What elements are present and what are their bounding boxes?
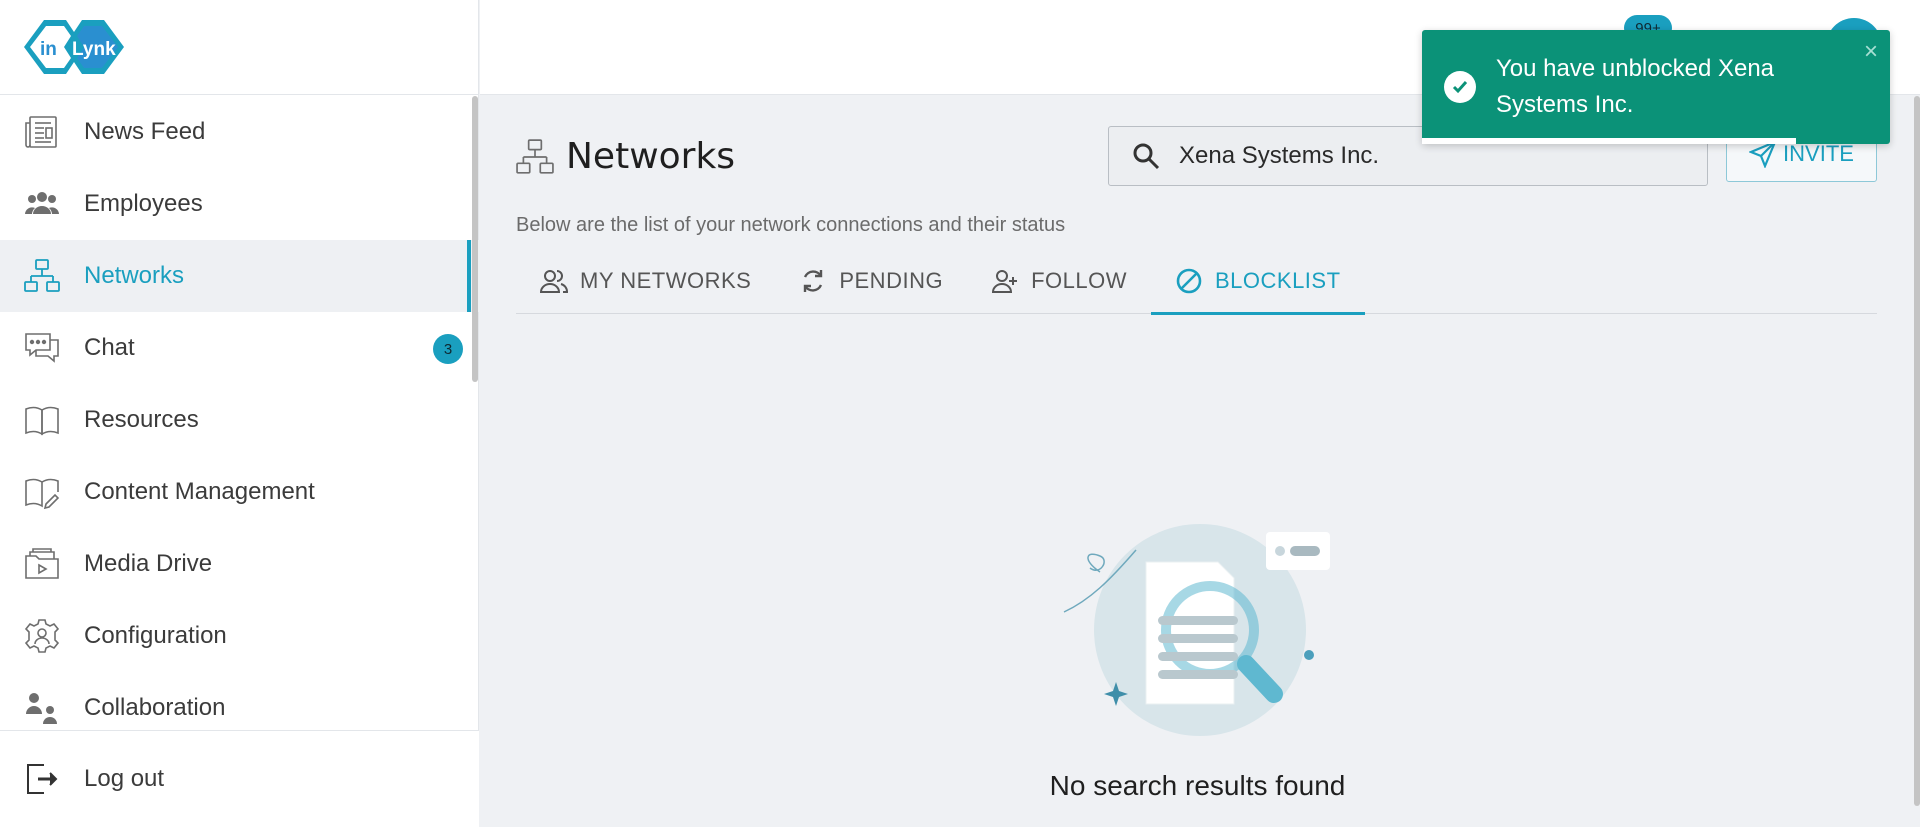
sidebar-item-chat[interactable]: Chat 3 (0, 312, 479, 384)
people-icon (24, 186, 60, 222)
tab-label: PENDING (839, 268, 944, 293)
sidebar-item-label: Employees (84, 190, 203, 217)
sidebar-item-label: Configuration (84, 622, 227, 649)
newspaper-icon (24, 114, 60, 150)
sidebar-item-configuration[interactable]: Configuration (0, 600, 479, 672)
inlynk-logo[interactable]: in Lynk (22, 16, 126, 78)
tab-follow[interactable]: FOLLOW (967, 248, 1151, 314)
book-edit-icon (24, 474, 60, 510)
logout-icon (24, 761, 60, 797)
sidebar-item-content-management[interactable]: Content Management (0, 456, 479, 528)
sidebar-item-label: Networks (84, 262, 185, 289)
sidebar-nav: News Feed Employees Networks Chat 3 Reso… (0, 96, 479, 730)
page-scrollbar[interactable] (1914, 96, 1920, 806)
sidebar-item-media-drive[interactable]: Media Drive (0, 528, 479, 600)
sidebar-item-networks[interactable]: Networks (0, 240, 479, 312)
invite-label: INVITE (1783, 141, 1854, 166)
tab-my-networks[interactable]: MY NETWORKS (516, 248, 775, 314)
success-toast: You have unblocked Xena Systems Inc. × (1422, 30, 1890, 144)
page-title: Networks (516, 136, 735, 177)
search-input[interactable] (1179, 142, 1699, 170)
network-icon (516, 138, 554, 174)
close-icon[interactable]: × (1864, 38, 1878, 66)
chat-unread-badge: 3 (433, 334, 463, 364)
tab-pending[interactable]: PENDING (775, 248, 967, 314)
person-add-icon (992, 270, 1018, 293)
svg-text:Lynk: Lynk (72, 39, 116, 60)
book-icon (24, 402, 60, 438)
people-outline-icon (540, 270, 568, 293)
sidebar-item-label: News Feed (84, 118, 206, 145)
tab-blocklist[interactable]: BLOCKLIST (1150, 248, 1365, 315)
tab-label: FOLLOW (1031, 268, 1127, 293)
no-results-illustration (1063, 524, 1330, 736)
sidebar-item-label: Chat (84, 334, 135, 361)
page-title-text: Networks (566, 136, 736, 177)
folder-media-icon (24, 546, 60, 582)
send-icon (1749, 140, 1778, 168)
sidebar-item-label: Media Drive (84, 550, 213, 577)
sidebar-item-label: Collaboration (84, 694, 226, 721)
gear-person-icon (24, 618, 60, 654)
empty-state-text: No search results found (1049, 770, 1346, 801)
svg-text:in: in (40, 39, 57, 60)
sidebar-item-collaboration[interactable]: Collaboration (0, 672, 479, 730)
toast-message: You have unblocked Xena Systems Inc. (1496, 55, 1775, 118)
sidebar-item-employees[interactable]: Employees (0, 168, 479, 240)
page-subtitle: Below are the list of your network conne… (516, 214, 1066, 236)
sync-icon (804, 270, 823, 292)
sidebar-item-resources[interactable]: Resources (0, 384, 479, 456)
search-icon (1133, 143, 1160, 170)
toast-progress-bar (1422, 138, 1797, 144)
logout-label: Log out (84, 765, 165, 792)
tab-label: MY NETWORKS (580, 268, 752, 293)
logo-area: in Lynk (0, 0, 478, 95)
network-icon (24, 258, 60, 294)
collaboration-icon (24, 690, 60, 726)
sidebar-scrollbar[interactable] (472, 96, 478, 382)
logout-button[interactable]: Log out (0, 730, 479, 827)
block-icon (1176, 268, 1202, 294)
sidebar-item-news-feed[interactable]: News Feed (0, 96, 479, 168)
sidebar-item-label: Content Management (84, 478, 315, 505)
sidebar: in Lynk News Feed Employees Networks Cha… (0, 0, 479, 827)
network-tabs: MY NETWORKS PENDING FOLLOW BLOCKLIST (516, 248, 1877, 315)
check-circle-icon (1444, 71, 1476, 103)
sidebar-item-label: Resources (84, 406, 199, 433)
tab-label: BLOCKLIST (1214, 268, 1341, 293)
chat-icon (24, 330, 60, 366)
